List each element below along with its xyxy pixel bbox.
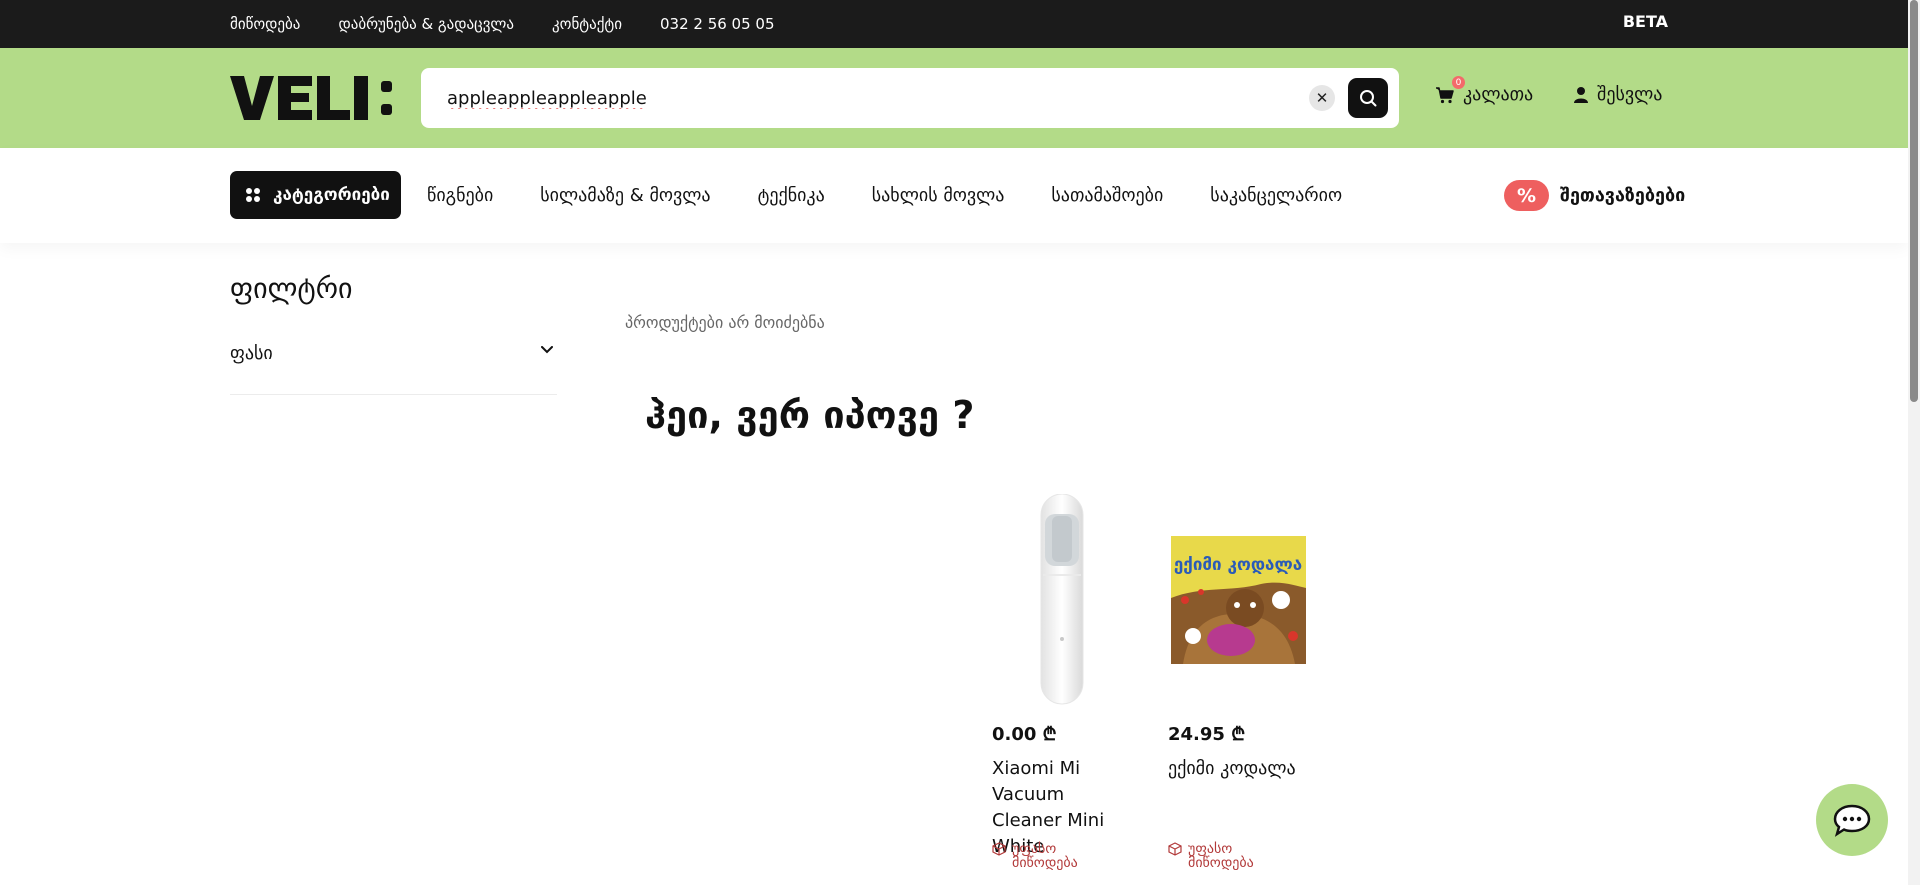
page: მიწოდება დაბრუნება & გადაცვლა კონტაქტი 0… xyxy=(0,0,1920,885)
nav-item-stationery[interactable]: საკანცელარიო xyxy=(1210,185,1342,206)
no-results-text: პროდუქტები არ მოიძებნა xyxy=(625,313,825,332)
product-card[interactable]: ექიმი კოდალა 24.95 ₾ ექიმი კოდალა უფასო … xyxy=(1168,492,1308,870)
chat-bubble-icon xyxy=(1833,804,1871,837)
categories-button[interactable]: კატეგორიები xyxy=(230,171,401,219)
product-image-vacuum xyxy=(992,492,1132,707)
product-name[interactable]: ექიმი კოდალა xyxy=(1168,756,1308,782)
chevron-down-icon xyxy=(541,346,553,354)
header: ✕ 0 კალათა შესვლა xyxy=(0,48,1908,148)
nav-item-home-care[interactable]: სახლის მოვლა xyxy=(872,185,1005,206)
nav-items: წიგნები სილამაზე & მოვლა ტექნიკა სახლის … xyxy=(427,171,1342,219)
free-shipping-label: უფასო მიწოდება xyxy=(1012,841,1078,871)
user-icon xyxy=(1574,86,1588,103)
product-card[interactable]: 0.00 ₾ Xiaomi Mi Vacuum Cleaner Mini Whi… xyxy=(992,492,1132,870)
cart-label: კალათა xyxy=(1463,84,1534,105)
box-icon xyxy=(1168,842,1182,856)
beta-badge: BETA xyxy=(1622,12,1668,31)
book-cover-image: ექიმი კოდალა xyxy=(1170,535,1306,664)
nav-item-beauty[interactable]: სილამაზე & მოვლა xyxy=(540,185,710,206)
clear-search-button[interactable]: ✕ xyxy=(1309,85,1335,111)
free-shipping-label: უფასო მიწოდება xyxy=(1188,841,1254,871)
page-scrollbar[interactable] xyxy=(1908,0,1920,885)
product-image-book: ექიმი კოდალა xyxy=(1168,492,1308,707)
top-bar: მიწოდება დაბრუნება & გადაცვლა კონტაქტი 0… xyxy=(0,0,1908,48)
login-button[interactable]: შესვლა xyxy=(1573,84,1662,105)
top-link-contact[interactable]: კონტაქტი xyxy=(552,15,622,33)
logo-mark xyxy=(230,76,392,120)
search-input[interactable] xyxy=(447,82,1267,114)
product-price: 0.00 ₾ xyxy=(992,724,1057,745)
top-link-returns[interactable]: დაბრუნება & გადაცვლა xyxy=(338,15,514,33)
filter-title: ფილტრი xyxy=(230,272,353,305)
percent-icon: % xyxy=(1504,180,1549,211)
free-shipping-tag: უფასო მიწოდება xyxy=(1168,842,1278,870)
top-links: მიწოდება დაბრუნება & გადაცვლა კონტაქტი 0… xyxy=(230,0,775,48)
search-button[interactable] xyxy=(1348,78,1388,118)
offers-label: შეთავაზებები xyxy=(1560,185,1686,206)
filter-price-toggle[interactable]: ფასი xyxy=(230,340,557,395)
categories-label: კატეგორიები xyxy=(273,185,390,205)
vacuum-image xyxy=(1040,493,1084,704)
top-link-delivery[interactable]: მიწოდება xyxy=(230,15,300,33)
login-label: შესვლა xyxy=(1597,84,1663,105)
box-icon xyxy=(992,842,1006,856)
filter-price-label: ფასი xyxy=(230,343,273,364)
cart-count-badge: 0 xyxy=(1452,76,1465,89)
nav-item-electronics[interactable]: ტექნიკა xyxy=(758,185,825,206)
top-link-phone[interactable]: 032 2 56 05 05 xyxy=(660,15,775,33)
cart-icon xyxy=(1436,86,1454,103)
book-cover-title: ექიმი კოდალა xyxy=(1173,555,1301,575)
close-icon: ✕ xyxy=(1315,89,1329,107)
logo[interactable] xyxy=(230,70,410,126)
nav-item-books[interactable]: წიგნები xyxy=(427,185,493,206)
scrollbar-thumb[interactable] xyxy=(1910,0,1918,402)
nav-item-toys[interactable]: სათამაშოები xyxy=(1051,185,1163,206)
grid-icon xyxy=(246,188,260,202)
offers-link[interactable]: % შეთავაზებები xyxy=(1504,180,1685,211)
search-box: ✕ xyxy=(421,68,1399,128)
product-price: 24.95 ₾ xyxy=(1168,724,1246,745)
chat-button[interactable] xyxy=(1816,784,1888,856)
cart-button[interactable]: 0 კალათა xyxy=(1435,76,1534,105)
category-nav: კატეგორიები წიგნები სილამაზე & მოვლა ტექ… xyxy=(0,148,1908,243)
suggestions-heading: ჰეი, ვერ იპოვე ? xyxy=(645,393,975,437)
free-shipping-tag: უფასო მიწოდება xyxy=(992,842,1102,870)
search-icon xyxy=(1360,90,1377,107)
